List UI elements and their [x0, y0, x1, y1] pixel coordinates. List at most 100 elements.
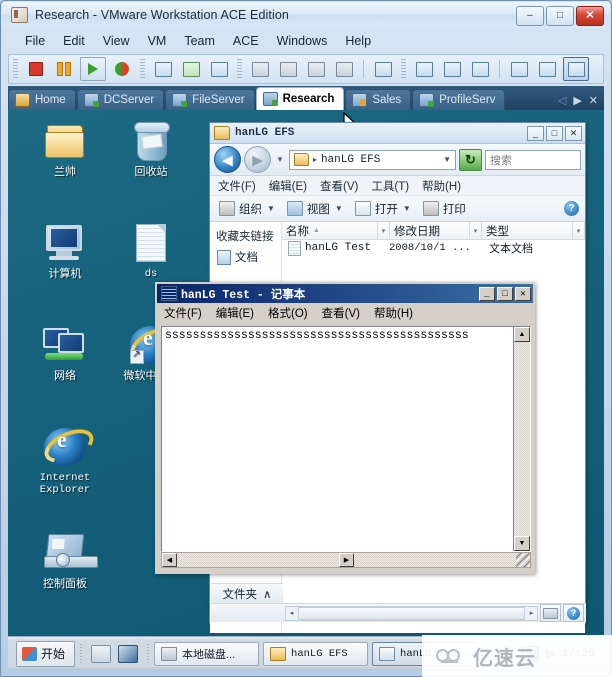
notepad-menu-help[interactable]: 帮助(H) — [374, 305, 413, 321]
show-desktop-icon[interactable] — [118, 644, 139, 663]
scroll-right-icon[interactable]: ▸ — [526, 609, 537, 617]
forward-button[interactable]: ▶ — [244, 146, 271, 173]
search-input[interactable]: 搜索 — [485, 149, 581, 170]
maximize-button[interactable]: □ — [546, 6, 574, 26]
desktop-icon-folder[interactable]: 兰帅 — [28, 118, 102, 178]
desktop-icon-recycle-bin[interactable]: 回收站 — [114, 118, 188, 178]
sidebar-toggle-icon[interactable] — [412, 58, 436, 80]
vm-tab-dcserver[interactable]: DCServer — [76, 89, 165, 110]
history-dropdown-icon[interactable]: ▼ — [276, 155, 284, 164]
breadcrumb-dropdown-icon[interactable]: ▼ — [443, 155, 451, 164]
notepad-vertical-scrollbar[interactable]: ▲ ▼ — [513, 327, 530, 551]
explorer-close-button[interactable]: ✕ — [565, 125, 582, 141]
notepad-menu-file[interactable]: 文件(F) — [164, 305, 202, 321]
vm-tab-home[interactable]: Home — [8, 89, 76, 110]
delete-vm-icon[interactable] — [332, 58, 356, 80]
tab-close-icon[interactable]: ✕ — [589, 94, 598, 107]
console-icon[interactable] — [563, 57, 589, 81]
explorer-menu-edit[interactable]: 编辑(E) — [269, 178, 307, 194]
horizontal-scrollbar[interactable]: ◂ ▸ — [285, 605, 538, 621]
quick-switch-icon[interactable] — [468, 58, 492, 80]
organize-button[interactable]: 组织 ▼ — [216, 201, 278, 217]
back-button[interactable]: ◀ — [214, 146, 241, 173]
close-button[interactable]: ✕ — [576, 6, 604, 26]
taskbar-button-hanlg-efs[interactable]: hanLG EFS — [263, 641, 369, 666]
folders-pane-toggle[interactable]: 文件夹 ∧ — [211, 583, 283, 603]
toolbar-grip-2[interactable] — [140, 59, 145, 79]
column-name[interactable]: 名称 ▲ ▾ — [282, 222, 390, 239]
print-button[interactable]: 打印 — [420, 201, 469, 217]
notepad-window[interactable]: hanLG Test - 记事本 _ □ ✕ 文件(F) 编辑(E) 格式(O)… — [155, 282, 535, 574]
column-type[interactable]: 类型 ▾ — [482, 222, 585, 239]
desktop-icon-internet-explorer[interactable]: e Internet Explorer — [28, 422, 102, 496]
notepad-menu-edit[interactable]: 编辑(E) — [216, 305, 254, 321]
capture-icon[interactable] — [371, 58, 395, 80]
menu-windows[interactable]: Windows — [268, 32, 337, 50]
tab-prev-icon[interactable]: ◁ — [558, 94, 566, 107]
switch-windows-icon[interactable] — [91, 644, 112, 663]
explorer-minimize-button[interactable]: _ — [527, 125, 544, 141]
snapshot-manager-icon[interactable] — [207, 58, 231, 80]
summary-icon[interactable] — [535, 58, 559, 80]
breadcrumb-bar[interactable]: ▸ hanLG EFS ▼ — [288, 149, 456, 170]
notepad-close-button[interactable]: ✕ — [515, 286, 531, 301]
settings-icon[interactable] — [507, 58, 531, 80]
notepad-content[interactable]: ssssssssssssssssssssssssssssssssssssssss… — [162, 327, 513, 551]
views-button[interactable]: 视图 ▼ — [284, 201, 346, 217]
toolbar-grip[interactable] — [13, 59, 18, 79]
multi-clone-icon[interactable] — [276, 58, 300, 80]
snapshot-icon[interactable] — [151, 58, 175, 80]
new-vm-icon[interactable] — [304, 58, 328, 80]
scroll-left-icon[interactable]: ◂ — [286, 609, 297, 617]
scroll-down-icon[interactable]: ▼ — [514, 536, 530, 551]
vm-tab-sales[interactable]: Sales — [345, 89, 412, 110]
notepad-horizontal-scrollbar[interactable]: ◀ ▶ — [161, 552, 531, 568]
suspend-icon[interactable] — [52, 58, 76, 80]
menu-ace[interactable]: ACE — [224, 32, 268, 50]
power-on-icon[interactable] — [80, 57, 106, 81]
notepad-menu-format[interactable]: 格式(O) — [268, 305, 308, 321]
scroll-up-icon[interactable]: ▲ — [514, 327, 530, 342]
menu-view[interactable]: View — [94, 32, 139, 50]
desktop-icon-ds[interactable]: ds — [114, 220, 188, 280]
explorer-menu-tools[interactable]: 工具(T) — [371, 178, 409, 194]
column-dropdown-icon[interactable]: ▾ — [572, 222, 584, 239]
scrollbar-thumb[interactable] — [298, 606, 525, 620]
notepad-text-area[interactable]: ssssssssssssssssssssssssssssssssssssssss… — [161, 326, 531, 552]
menu-team[interactable]: Team — [175, 32, 224, 50]
notepad-maximize-button[interactable]: □ — [497, 286, 513, 301]
nav-item-documents[interactable]: 文档 — [210, 247, 281, 267]
desktop-icon-control-panel[interactable]: 控制面板 — [28, 530, 102, 590]
open-button[interactable]: 打开 ▼ — [352, 201, 414, 217]
explorer-menu-view[interactable]: 查看(V) — [320, 178, 358, 194]
toolbar-grip-3[interactable] — [237, 59, 242, 79]
clone-icon[interactable] — [248, 58, 272, 80]
desktop-icon-network[interactable]: 网络 — [28, 322, 102, 382]
notepad-minimize-button[interactable]: _ — [479, 286, 495, 301]
reset-icon[interactable] — [110, 58, 134, 80]
vm-tab-profileserv[interactable]: ProfileServ — [412, 89, 506, 110]
toolbar-grip-4[interactable] — [401, 59, 406, 79]
resize-grip[interactable] — [516, 553, 530, 567]
vm-tab-research[interactable]: Research — [255, 87, 345, 110]
vm-tab-fileserver[interactable]: FileServer — [165, 89, 255, 110]
fullscreen-icon[interactable] — [440, 58, 464, 80]
menu-file[interactable]: File — [16, 32, 54, 50]
revert-snapshot-icon[interactable] — [179, 58, 203, 80]
start-button[interactable]: 开始 — [16, 640, 76, 667]
refresh-icon[interactable] — [459, 148, 482, 171]
tab-next-icon[interactable]: ▶ — [573, 94, 581, 107]
help-button[interactable]: ? — [564, 201, 579, 216]
taskbar-button-drive[interactable]: 本地磁盘... — [154, 641, 260, 666]
column-dropdown-icon[interactable]: ▾ — [377, 222, 389, 239]
scroll-right-icon[interactable]: ▶ — [339, 553, 354, 567]
column-modified[interactable]: 修改日期 ▾ — [390, 222, 482, 239]
status-help-button[interactable]: ? — [563, 604, 584, 622]
notepad-menu-view[interactable]: 查看(V) — [322, 305, 360, 321]
explorer-menu-help[interactable]: 帮助(H) — [422, 178, 461, 194]
menu-help[interactable]: Help — [336, 32, 380, 50]
minimize-button[interactable]: – — [516, 6, 544, 26]
power-off-icon[interactable] — [24, 58, 48, 80]
menu-edit[interactable]: Edit — [54, 32, 94, 50]
desktop-icon-computer[interactable]: 计算机 — [28, 220, 102, 280]
